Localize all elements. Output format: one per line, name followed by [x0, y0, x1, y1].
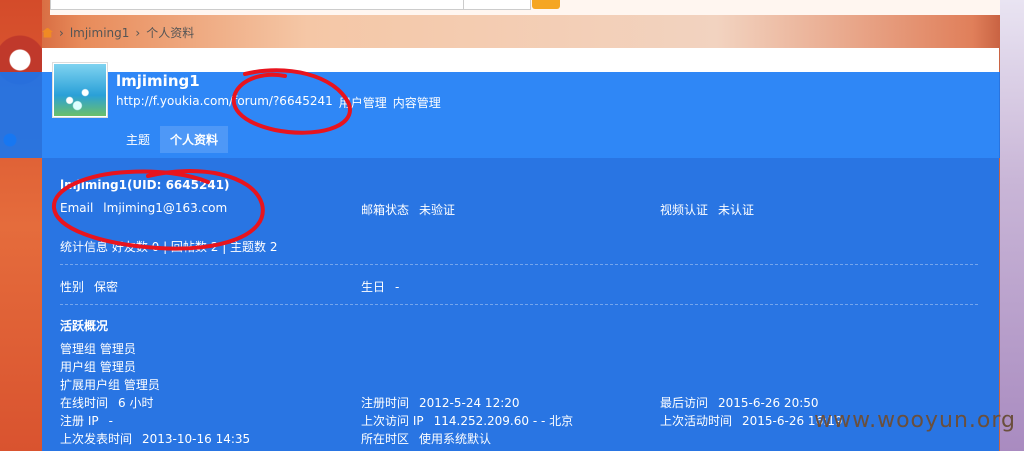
birthday-label: 生日	[361, 280, 386, 294]
user-group-row: 用户组 管理员	[60, 358, 136, 375]
ext-group-row: 扩展用户组 管理员	[60, 376, 160, 393]
admin-group-row: 管理组 管理员	[60, 340, 136, 357]
admin-group-value[interactable]: 管理员	[100, 342, 136, 356]
breadcrumb-sep: ›	[135, 25, 141, 40]
avatar-image	[54, 64, 106, 116]
birthday-row: 生日 -	[361, 278, 399, 295]
gender-row: 性别 保密	[60, 278, 118, 295]
mail-status-row: 邮箱状态 未验证	[361, 201, 455, 218]
email-value: lmjiming1@163.com	[103, 201, 228, 215]
reg-ip-row: 注册 IP -	[60, 412, 113, 429]
breadcrumb: › lmjiming1 › 个人资料	[42, 24, 194, 41]
timezone-row: 所在时区 使用系统默认	[361, 430, 491, 447]
mail-status-value: 未验证	[419, 203, 456, 217]
link-content-manage[interactable]: 内容管理	[393, 94, 441, 111]
link-user-manage[interactable]: 用户管理	[339, 94, 387, 111]
breadcrumb-section: 个人资料	[146, 26, 195, 40]
last-visit-row: 最后访问 2015-6-26 20:50	[660, 394, 819, 411]
activity-title: 活跃概况	[60, 319, 109, 333]
reg-ip-label: 注册 IP	[60, 414, 99, 428]
reg-time-label: 注册时间	[361, 396, 410, 410]
home-icon[interactable]	[42, 27, 53, 38]
last-visit-label: 最后访问	[660, 396, 709, 410]
divider	[60, 304, 978, 305]
reg-time-row: 注册时间 2012-5-24 12:20	[361, 394, 520, 411]
search-type-select[interactable]	[463, 0, 531, 10]
online-time-value: 6 小时	[118, 396, 154, 410]
avatar[interactable]	[52, 62, 108, 118]
ext-group-value: 管理员	[123, 378, 160, 392]
admin-group-label: 管理组	[60, 342, 97, 356]
user-group-label: 用户组	[60, 360, 97, 374]
breadcrumb-user[interactable]: lmjiming1	[70, 26, 130, 40]
last-ip-row: 上次访问 IP 114.252.209.60 - - 北京	[361, 412, 573, 429]
mail-status-label: 邮箱状态	[361, 203, 410, 217]
divider	[60, 264, 978, 265]
last-visit-value: 2015-6-26 20:50	[718, 396, 819, 410]
reg-ip-value: -	[108, 414, 113, 428]
timezone-value: 使用系统默认	[419, 432, 492, 446]
birthday-value: -	[395, 280, 400, 294]
top-search-bar	[50, 0, 1000, 15]
gender-label: 性别	[60, 280, 85, 294]
reg-time-value: 2012-5-24 12:20	[419, 396, 520, 410]
video-auth-value: 未认证	[718, 203, 755, 217]
user-group-value[interactable]: 管理员	[100, 360, 136, 374]
search-button[interactable]	[532, 0, 560, 9]
email-label: Email	[60, 201, 94, 215]
stats-row: 统计信息 好友数 0 | 回帖数 2 | 主题数 2	[60, 240, 278, 254]
email-row: Email lmjiming1@163.com	[60, 201, 227, 215]
video-auth-label: 视频认证	[660, 203, 709, 217]
profile-url-row: http://f.youkia.com/forum/?6645241 用户管理 …	[116, 94, 441, 111]
last-post-value: 2013-10-16 14:35	[142, 432, 251, 446]
last-active-label: 上次活动时间	[660, 414, 733, 428]
background-art-left	[0, 0, 42, 451]
breadcrumb-sep: ›	[59, 25, 64, 40]
profile-tabs: 主题 个人资料	[116, 126, 229, 153]
video-auth-row: 视频认证 未认证	[660, 201, 754, 218]
last-ip-label: 上次访问 IP	[361, 414, 424, 428]
timezone-label: 所在时区	[361, 432, 410, 446]
online-time-row: 在线时间 6 小时	[60, 394, 153, 411]
profile-title: lmjiming1(UID: 6645241)	[60, 178, 230, 192]
ext-group-label: 扩展用户组	[60, 378, 121, 392]
tab-threads[interactable]: 主题	[116, 126, 160, 153]
last-post-row: 上次发表时间 2013-10-16 14:35	[60, 430, 250, 447]
background-art-right	[1000, 0, 1024, 451]
online-time-label: 在线时间	[60, 396, 109, 410]
gender-value: 保密	[94, 280, 119, 294]
watermark: www.wooyun.org	[814, 408, 1016, 433]
last-post-label: 上次发表时间	[60, 432, 133, 446]
last-ip-value: 114.252.209.60 - - 北京	[433, 414, 574, 428]
tab-profile[interactable]: 个人资料	[160, 126, 229, 153]
username-heading: lmjiming1	[116, 72, 200, 90]
profile-url[interactable]: http://f.youkia.com/forum/?6645241	[116, 94, 333, 111]
search-input[interactable]	[50, 0, 464, 10]
